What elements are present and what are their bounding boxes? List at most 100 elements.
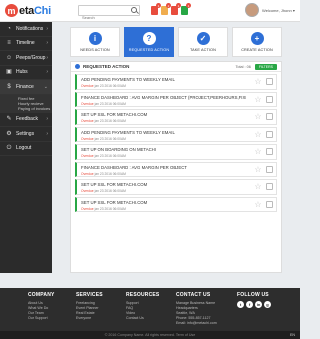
footer-heading: COMPANY (28, 292, 55, 298)
task-row[interactable]: SET UP SSL FOR METACHI.COM Overdue jan 23… (75, 179, 277, 195)
due-date: jan 23 2016 06:00AM (93, 119, 126, 123)
chevron-down-icon: ⌄ (43, 83, 48, 90)
welcome-menu[interactable]: Welcome, Jhonn ▾ (262, 8, 295, 13)
task-date: Overdue jan 23 2016 06:00AM (81, 102, 276, 106)
requested-action-button[interactable]: ? REQUESTED ACTION (124, 27, 174, 57)
language-selector[interactable]: EN (290, 333, 295, 337)
task-row[interactable]: SET UP ON BOARDING ON METACHI Overdue jan… (75, 144, 277, 160)
star-icon[interactable]: ☆ (254, 78, 262, 86)
sidebar-item-settings[interactable]: ⚙ Settings › (0, 127, 52, 142)
finance-icon: $ (7, 83, 11, 90)
sidebar-item-peeps-group[interactable]: ☺ Peeps/Group › (0, 51, 52, 66)
search-box (78, 5, 140, 22)
overdue-label: Overdue (81, 171, 94, 176)
question-icon: ? (142, 32, 156, 45)
notifications-icon[interactable]: 1 (151, 3, 161, 15)
task-date: Overdue jan 23 2016 06:00AM (81, 137, 276, 141)
footer-link[interactable]: Contact Us (126, 316, 159, 321)
sidebar-item-logout[interactable]: ⏻ Logout (0, 142, 52, 156)
action-label: CREATE ACTION (241, 48, 273, 52)
checkbox[interactable] (266, 183, 273, 190)
sidebar-item-label: Hubs (16, 69, 28, 76)
logo-text: etaChi (19, 5, 51, 17)
sidebar-item-label: Timeline (16, 40, 35, 47)
task-title[interactable]: SET UP SSL FOR METACHI.COM (81, 200, 246, 205)
tasks-icon[interactable]: 2 (161, 3, 171, 15)
overdue-label: Overdue (81, 154, 94, 158)
footer-link[interactable]: Our Support (28, 316, 55, 321)
task-row[interactable]: SET UP SSL FOR METACHI.COM Overdue jan 23… (75, 196, 277, 212)
avatar[interactable] (245, 3, 259, 17)
overdue-label: Overdue (81, 206, 94, 211)
footer-resources: RESOURCES Support FAQ Video Contact Us (126, 292, 159, 321)
star-icon[interactable]: ☆ (254, 148, 262, 156)
star-icon[interactable]: ☆ (254, 130, 262, 139)
task-title[interactable]: ADD PENDING PAYMENTS TO WEEKLY EMAIL (81, 77, 246, 82)
checkbox[interactable] (266, 113, 273, 120)
action-tabs: i NEEDS ACTION ? REQUESTED ACTION ✓ TAKE AC… (70, 27, 282, 57)
create-action-button[interactable]: + CREATE ACTION (232, 27, 282, 57)
sidebar-item-notifications[interactable]: ◔ Notifications › (0, 22, 52, 37)
checkbox[interactable] (266, 148, 273, 155)
linkedin-icon[interactable]: in (255, 301, 262, 308)
facebook-icon[interactable]: f (246, 301, 253, 308)
task-title[interactable]: SET UP SSL FOR METACHI.COM (81, 112, 246, 117)
star-icon[interactable]: ☆ (254, 95, 262, 104)
star-icon[interactable]: ☆ (254, 165, 262, 174)
sidebar-item-label: Settings (16, 130, 35, 137)
sidebar-item-finance[interactable]: $ Finance ⌄ (0, 80, 52, 95)
timeline-icon: ≡ (7, 40, 11, 47)
logout-icon: ⏻ (6, 145, 12, 152)
chevron-right-icon: › (46, 116, 48, 123)
search-icon[interactable] (131, 7, 137, 13)
sidebar-item-hubs[interactable]: ▣ Hubs › (0, 66, 52, 80)
logo[interactable]: m etaChi (5, 3, 51, 18)
sidebar-item-feedback[interactable]: ✎ Feedback › (0, 113, 52, 127)
due-date: jan 23 2016 06:00AM (93, 189, 126, 193)
needs-action-button[interactable]: i NEEDS ACTION (70, 27, 120, 57)
task-row[interactable]: SET UP SSL FOR METACHI.COM Overdue jan 23… (75, 109, 277, 125)
star-icon[interactable]: ☆ (254, 183, 262, 191)
task-row[interactable]: FINANCE DASHBOARD : AVG MARGIN PER OBJEC… (75, 91, 277, 107)
take-action-button[interactable]: ✓ TAKE ACTION (178, 27, 228, 57)
task-row[interactable]: FINANCE DASHBOARD : AVG MARGIN PER OBJEC… (75, 161, 277, 177)
footer-company: COMPANY About Us What We Do Our Team Our… (28, 292, 55, 321)
panel-header: REQUESTED ACTION Total : 06 FILTERS (71, 62, 281, 72)
checkbox[interactable] (266, 165, 273, 173)
footer-link[interactable]: Everyone (76, 316, 103, 321)
calendar-icon[interactable]: 1 (181, 3, 191, 15)
task-title[interactable]: SET UP SSL FOR METACHI.COM (81, 182, 246, 187)
overdue-label: Overdue (81, 101, 94, 106)
group-icon: ☺ (6, 54, 13, 61)
checkbox[interactable] (266, 95, 273, 103)
question-icon (75, 64, 80, 69)
google-plus-icon[interactable]: g (264, 301, 271, 308)
top-bar: m etaChi 1 2 1 1 Welcome, Jhonn ▾ (0, 0, 300, 22)
task-title[interactable]: FINANCE DASHBOARD : AVG MARGIN PER OBJEC… (81, 165, 246, 170)
chevron-right-icon: › (46, 130, 48, 137)
task-title[interactable]: SET UP ON BOARDING ON METACHI (81, 147, 246, 152)
requested-action-panel: REQUESTED ACTION Total : 06 FILTERS ADD … (70, 61, 282, 273)
checkbox[interactable] (266, 78, 273, 85)
sidebar-item-timeline[interactable]: ≡ Timeline › (0, 37, 52, 51)
twitter-icon[interactable]: t (237, 301, 244, 308)
copyright: © 2016 Company Name. All rights reserved… (0, 331, 300, 339)
task-date: Overdue jan 23 2016 06:00AM (81, 154, 276, 158)
star-icon[interactable]: ☆ (254, 113, 262, 121)
search-input[interactable] (79, 13, 127, 22)
task-row[interactable]: ADD PENDING PAYMENTS TO WEEKLY EMAIL Over… (75, 126, 277, 142)
checkbox[interactable] (266, 200, 273, 208)
messages-icon[interactable]: 1 (171, 3, 181, 15)
footer-heading: FOLLOW US (237, 292, 269, 298)
filters-button[interactable]: FILTERS (254, 63, 277, 70)
star-icon[interactable]: ☆ (254, 200, 262, 209)
footer-services: SERVICES Freelancing Event Planner Real … (76, 292, 103, 321)
footer-contact-line[interactable]: Email: info@metachi.com (176, 321, 217, 326)
submenu-item-invoices[interactable]: Paying of invoices (18, 106, 52, 111)
task-title[interactable]: FINANCE DASHBOARD : AVG MARGIN PER OBJEC… (81, 95, 246, 100)
checkbox[interactable] (266, 130, 273, 138)
task-title[interactable]: ADD PENDING PAYMENTS TO WEEKLY EMAIL (81, 130, 246, 135)
chevron-right-icon: › (46, 40, 48, 47)
sidebar-item-label: Logout (16, 145, 32, 152)
task-row[interactable]: ADD PENDING PAYMENTS TO WEEKLY EMAIL Over… (75, 74, 277, 90)
